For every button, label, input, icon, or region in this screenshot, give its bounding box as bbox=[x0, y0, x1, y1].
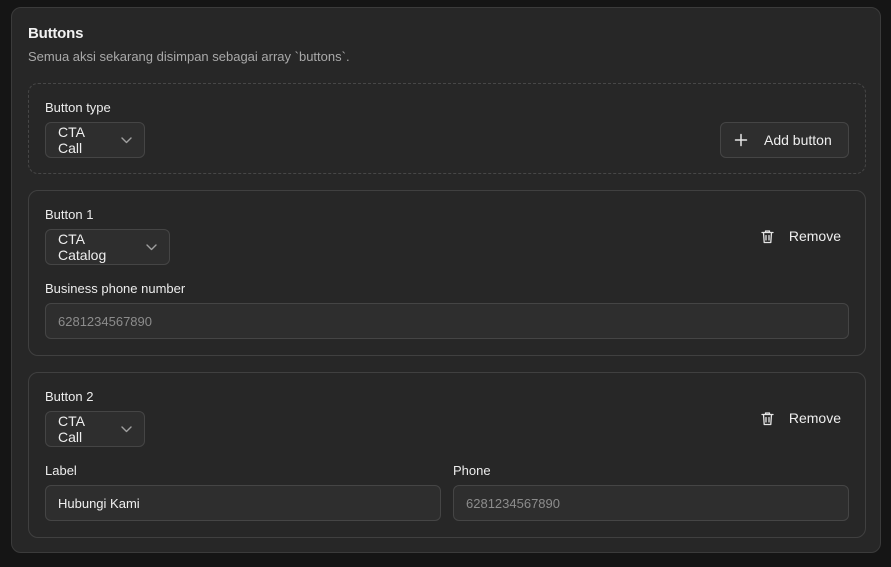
plus-icon bbox=[734, 133, 748, 147]
chevron-down-icon bbox=[145, 241, 157, 253]
buttons-section-card: Buttons Semua aksi sekarang disimpan seb… bbox=[11, 7, 881, 553]
trash-icon bbox=[760, 411, 775, 426]
button-2-heading: Button 2 bbox=[45, 389, 94, 404]
section-subtitle: Semua aksi sekarang disimpan sebagai arr… bbox=[28, 49, 350, 64]
trash-icon bbox=[760, 229, 775, 244]
section-title: Buttons bbox=[28, 25, 84, 42]
button-1-phone-label: Business phone number bbox=[45, 281, 186, 296]
button-1-remove-button[interactable]: Remove bbox=[752, 218, 849, 254]
button-1-phone-input[interactable] bbox=[45, 303, 849, 339]
button-type-panel: Button type CTA Call Add button bbox=[28, 83, 866, 174]
button-1-type-value: CTA Catalog bbox=[58, 231, 107, 263]
button-2-remove-button[interactable]: Remove bbox=[752, 400, 849, 436]
button-2-phone-input[interactable] bbox=[453, 485, 849, 521]
button-card-1: Button 1 CTA Catalog Remove Business pho… bbox=[28, 190, 866, 356]
button-1-heading: Button 1 bbox=[45, 207, 94, 222]
add-button-label: Add button bbox=[764, 132, 832, 148]
chevron-down-icon bbox=[121, 134, 132, 146]
add-button[interactable]: Add button bbox=[720, 122, 849, 158]
button-2-type-select[interactable]: CTA Call bbox=[45, 411, 145, 447]
button-2-type-value: CTA Call bbox=[58, 413, 85, 445]
button-type-select[interactable]: CTA Call bbox=[45, 122, 145, 158]
button-2-label-label: Label bbox=[45, 463, 77, 478]
button-2-phone-label: Phone bbox=[453, 463, 491, 478]
button-type-label: Button type bbox=[45, 100, 111, 115]
button-1-remove-label: Remove bbox=[788, 228, 841, 244]
button-type-select-value: CTA Call bbox=[58, 124, 85, 156]
button-2-remove-label: Remove bbox=[788, 410, 841, 426]
button-1-type-select[interactable]: CTA Catalog bbox=[45, 229, 170, 265]
button-2-label-input[interactable] bbox=[45, 485, 441, 521]
chevron-down-icon bbox=[121, 423, 132, 435]
button-card-2: Button 2 CTA Call Remove Label Phone bbox=[28, 372, 866, 538]
